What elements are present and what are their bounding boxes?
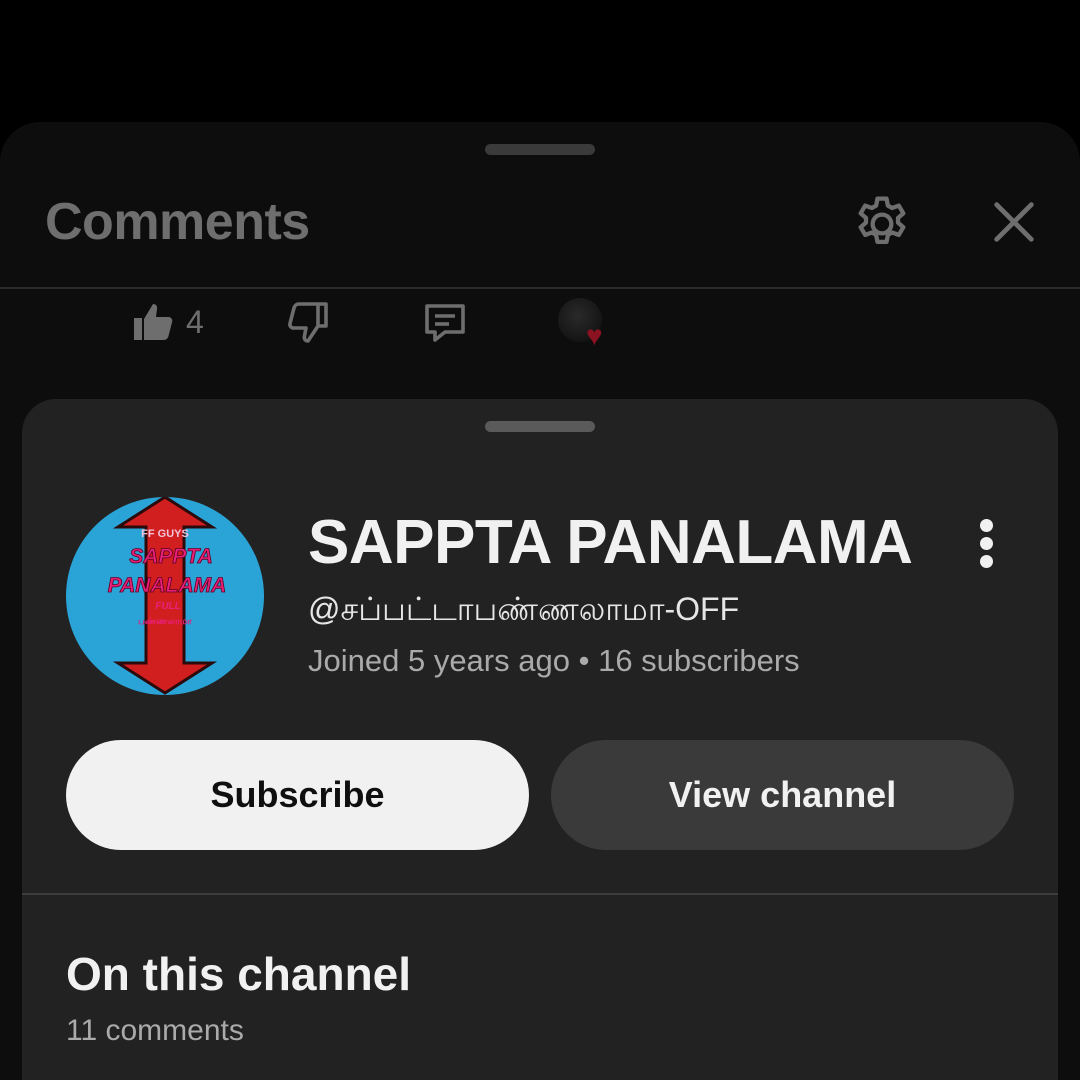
comments-drag-handle[interactable] xyxy=(485,144,595,155)
channel-bottom-sheet: FF GUYS SAPPTA PANALAMA FULL பண்ணலாமா SA… xyxy=(22,399,1058,1080)
on-this-channel-title: On this channel xyxy=(66,948,412,1000)
channel-handle: @சப்பட்டாபண்ணலாமா-OFF xyxy=(308,591,740,627)
section-divider xyxy=(22,893,1058,895)
comments-title: Comments xyxy=(45,193,310,251)
view-channel-button[interactable]: View channel xyxy=(551,740,1014,850)
meta-separator: • xyxy=(578,643,590,678)
comments-header-divider xyxy=(0,287,1080,289)
channel-sheet-drag-handle[interactable] xyxy=(485,421,595,432)
comment-actions-row: 4 ♥ xyxy=(0,292,1080,352)
channel-name: SAPPTA PANALAMA xyxy=(308,508,913,577)
creator-heart-avatar: ♥ xyxy=(556,296,616,352)
more-vert-icon[interactable] xyxy=(970,517,1004,569)
logo-top-text: FF GUYS xyxy=(141,528,189,540)
channel-meta: Joined 5 years ago • 16 subscribers xyxy=(308,643,800,679)
subscribe-button[interactable]: Subscribe xyxy=(66,740,529,850)
heart-icon: ♥ xyxy=(586,320,603,351)
logo-line2: PANALAMA xyxy=(108,574,227,597)
thumbs-up-icon[interactable] xyxy=(130,298,178,346)
logo-line3: FULL xyxy=(155,601,181,612)
logo-line1: SAPPTA xyxy=(129,545,213,568)
joined-text: Joined 5 years ago xyxy=(308,643,570,678)
channel-logo: FF GUYS SAPPTA PANALAMA FULL பண்ணலாமா xyxy=(107,497,227,695)
close-icon[interactable] xyxy=(988,196,1040,248)
logo-line4: பண்ணலாமா xyxy=(138,617,192,627)
on-this-channel-count[interactable]: 11 comments xyxy=(66,1014,244,1048)
channel-avatar[interactable]: FF GUYS SAPPTA PANALAMA FULL பண்ணலாமா xyxy=(66,497,264,695)
reply-icon[interactable] xyxy=(420,298,470,346)
like-count: 4 xyxy=(186,304,204,340)
thumbs-down-icon[interactable] xyxy=(284,298,332,346)
subscriber-count: 16 subscribers xyxy=(598,643,800,678)
gear-icon[interactable] xyxy=(850,192,914,256)
